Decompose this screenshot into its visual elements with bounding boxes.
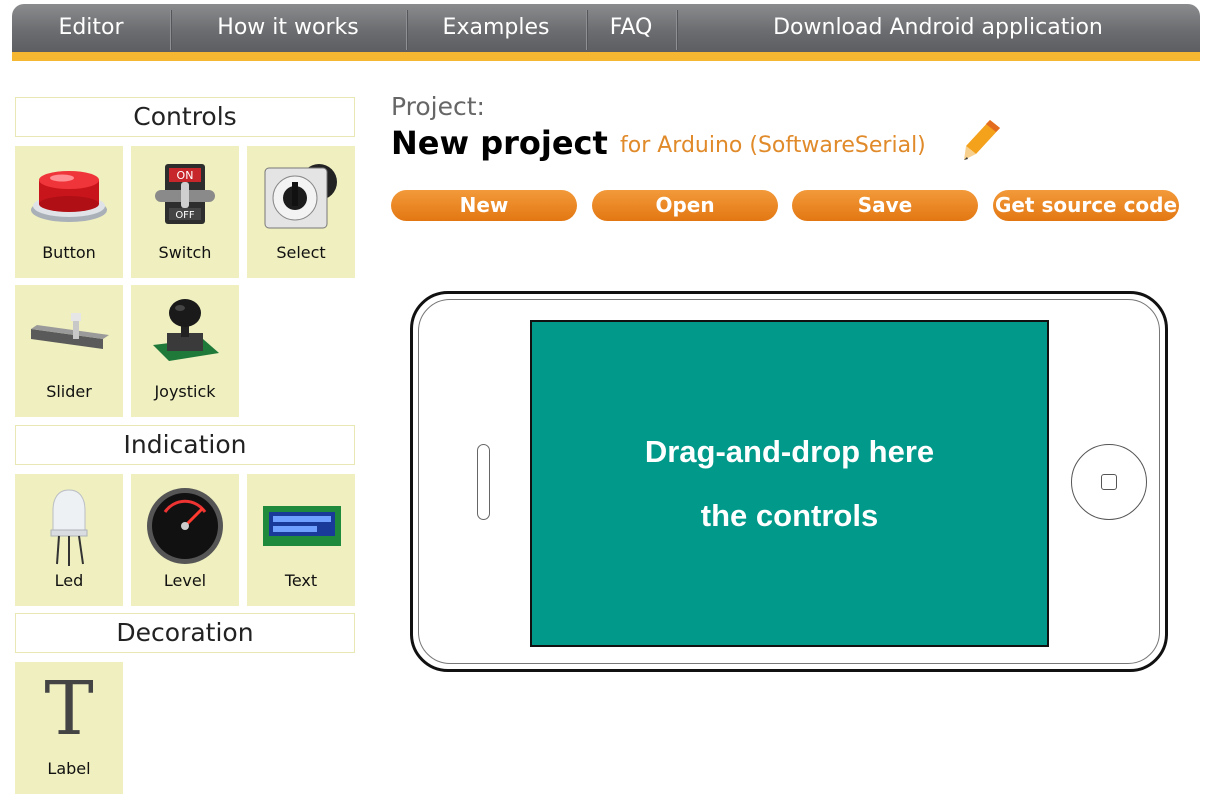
rotary-selector-icon	[264, 164, 337, 229]
joystick-icon	[153, 299, 219, 361]
palette-item-label: Label	[47, 759, 91, 778]
open-button[interactable]: Open	[592, 190, 778, 221]
palette-item-level[interactable]: Level	[131, 474, 239, 606]
palette-item-label: Text	[284, 571, 318, 590]
text-label-icon: T	[44, 666, 94, 752]
palette-item-button[interactable]: Button	[15, 146, 123, 278]
nav-editor[interactable]: Editor	[12, 4, 170, 52]
section-title-indication: Indication	[15, 425, 355, 465]
svg-text:OFF: OFF	[175, 210, 195, 221]
top-navbar: Editor How it works Examples FAQ Downloa…	[12, 4, 1200, 61]
new-button[interactable]: New	[391, 190, 577, 221]
lcd-display-icon	[263, 506, 341, 546]
project-title: New project	[391, 124, 608, 162]
pencil-edit-icon[interactable]	[962, 118, 1002, 164]
palette-item-text[interactable]: Text	[247, 474, 355, 606]
palette-item-label: Joystick	[154, 382, 216, 401]
phone-home-button	[1071, 444, 1147, 520]
palette-item-label: Led	[54, 571, 84, 590]
project-target: for Arduino (SoftwareSerial)	[620, 133, 926, 158]
phone-speaker	[477, 444, 490, 520]
toggle-switch-icon: ON OFF	[155, 164, 215, 224]
save-button[interactable]: Save	[792, 190, 978, 221]
project-label: Project:	[391, 92, 485, 121]
palette-item-label[interactable]: T Label	[15, 662, 123, 794]
nav-download-android[interactable]: Download Android application	[676, 4, 1200, 52]
led-icon	[50, 489, 88, 566]
drop-zone-text-line1: Drag-and-drop here	[644, 434, 935, 469]
gauge-icon	[147, 488, 223, 564]
drop-zone-text-line2: the controls	[700, 498, 879, 533]
section-title-controls: Controls	[15, 97, 355, 137]
slider-potentiometer-icon	[31, 313, 109, 349]
palette-item-joystick[interactable]: Joystick	[131, 285, 239, 417]
push-button-icon	[31, 171, 107, 222]
drop-zone-screen[interactable]: Drag-and-drop here the controls	[530, 320, 1049, 647]
palette-item-switch[interactable]: ON OFF Switch	[131, 146, 239, 278]
palette-item-label: Button	[42, 243, 96, 262]
palette-item-label: Switch	[158, 243, 212, 262]
palette-item-label: Slider	[46, 382, 92, 401]
palette-item-label: Select	[276, 243, 326, 262]
nav-how-it-works[interactable]: How it works	[170, 4, 406, 52]
palette-item-label: Level	[163, 571, 207, 590]
nav-faq[interactable]: FAQ	[586, 4, 676, 52]
home-button-square-icon	[1101, 474, 1117, 490]
svg-text:ON: ON	[177, 169, 194, 182]
nav-examples[interactable]: Examples	[406, 4, 586, 52]
navbar-accent-stripe	[12, 52, 1200, 61]
section-title-decoration: Decoration	[15, 613, 355, 653]
palette-item-slider[interactable]: Slider	[15, 285, 123, 417]
palette-item-led[interactable]: Led	[15, 474, 123, 606]
palette-item-select[interactable]: Select	[247, 146, 355, 278]
get-source-code-button[interactable]: Get source code	[993, 190, 1179, 221]
